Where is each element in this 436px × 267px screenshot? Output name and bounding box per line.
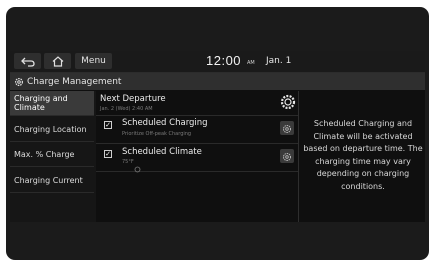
scheduled-charging-row[interactable]: ✓ Scheduled Charging Prioritize Off-peak… [96, 116, 298, 144]
scheduled-climate-checkbox[interactable]: ✓ [104, 150, 112, 158]
next-departure-row[interactable]: Next Departure Jan. 2 (Wed) 2:40 AM [96, 91, 298, 116]
sidebar-item-max-charge[interactable]: Max. % Charge [10, 143, 94, 167]
panel-divider [298, 91, 299, 222]
departure-settings-icon[interactable] [280, 94, 296, 114]
sidebar-item-charging-location[interactable]: Charging Location [10, 117, 94, 142]
next-departure-time: Jan. 2 (Wed) 2:40 AM [100, 106, 153, 112]
scheduled-climate-row[interactable]: ✓ Scheduled Climate 75°F [96, 144, 298, 173]
scheduled-charging-checkbox[interactable]: ✓ [104, 121, 112, 129]
back-button[interactable] [14, 53, 41, 69]
scheduled-charging-settings-button[interactable] [280, 121, 294, 135]
page-header: Charge Management [10, 73, 425, 90]
scheduled-climate-temperature: 75°F [122, 159, 134, 165]
gear-icon [14, 77, 24, 87]
climate-fan-icon [134, 158, 141, 177]
back-arrow-icon [20, 52, 35, 71]
sidebar-item-label: Charging Location [14, 124, 87, 134]
infotainment-screen: Menu 12:00 AM Jan. 1 Charge Management C… [6, 7, 429, 260]
menu-button[interactable]: Menu [75, 53, 112, 69]
settings-icon [282, 119, 292, 138]
settings-icon [282, 147, 292, 166]
scheduled-charging-title: Scheduled Charging [122, 118, 208, 128]
display-area: Menu 12:00 AM Jan. 1 Charge Management C… [10, 51, 425, 222]
info-text: Scheduled Charging and Climate will be a… [303, 119, 423, 191]
main-content: Next Departure Jan. 2 (Wed) 2:40 AM ✓ Sc… [96, 91, 298, 222]
sidebar-item-label: Charging Current [14, 175, 83, 185]
sidebar-item-label: Charging and Climate [14, 94, 68, 112]
sidebar-item-charging-and-climate[interactable]: Charging and Climate [10, 91, 94, 116]
clock-ampm: AM [247, 60, 255, 66]
top-bar: Menu 12:00 AM Jan. 1 [10, 51, 425, 73]
page-title: Charge Management [27, 76, 122, 87]
sidebar-item-label: Max. % Charge [14, 150, 75, 159]
sidebar-item-charging-current[interactable]: Charging Current [10, 168, 94, 193]
menu-label: Menu [81, 56, 106, 66]
home-button[interactable] [44, 53, 71, 69]
scheduled-climate-title: Scheduled Climate [122, 147, 202, 157]
next-departure-title: Next Departure [100, 94, 166, 104]
clock-time: 12:00 [206, 53, 242, 68]
clock-date: Jan. 1 [266, 56, 292, 66]
home-icon [52, 52, 64, 71]
scheduled-charging-subtitle: Prioritize Off-peak Charging [122, 131, 192, 137]
sidebar: Charging and Climate Charging Location M… [10, 91, 96, 222]
scheduled-climate-settings-button[interactable] [280, 149, 294, 163]
